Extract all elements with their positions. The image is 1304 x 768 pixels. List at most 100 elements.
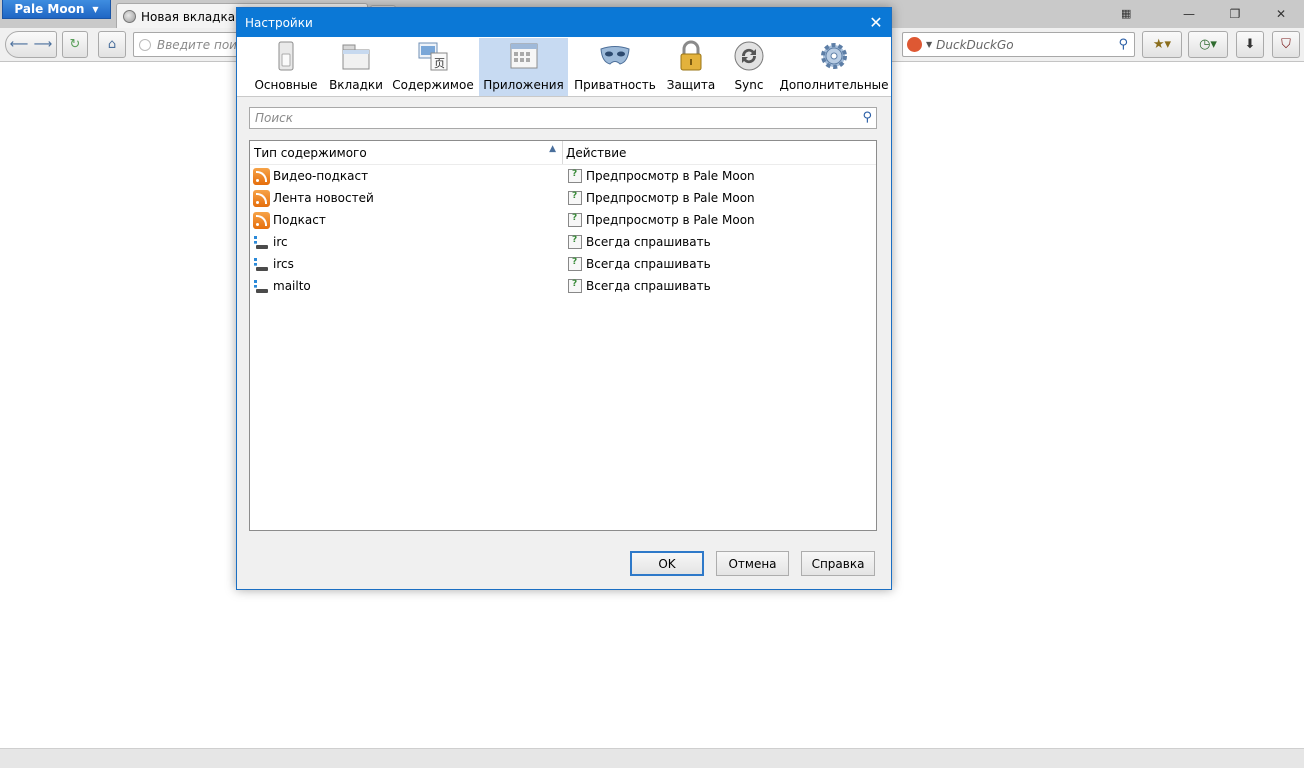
pane-label: Приложения: [483, 78, 564, 92]
clock-icon: ◷▾: [1199, 37, 1217, 52]
column-header-type[interactable]: Тип содержимого ▲: [250, 141, 563, 164]
help-button[interactable]: Справка: [801, 551, 875, 576]
pane-applications[interactable]: Приложения: [479, 38, 568, 96]
cancel-button[interactable]: Отмена: [716, 551, 789, 576]
reload-button[interactable]: ↻: [62, 31, 88, 58]
back-arrow-icon[interactable]: ⟵: [7, 37, 31, 52]
list-item[interactable]: Видео-подкаст Предпросмотр в Pale Moon: [250, 165, 876, 187]
content-type-label: mailto: [273, 279, 311, 293]
chevron-down-icon[interactable]: ▼: [926, 40, 932, 49]
download-arrow-icon: ⬇: [1244, 37, 1256, 52]
ask-action-icon: [568, 279, 582, 293]
dialog-titlebar: Настройки ✕: [237, 8, 891, 37]
chevron-down-icon: ▼: [92, 4, 99, 14]
search-icon[interactable]: ⚲: [1118, 37, 1128, 52]
pane-general[interactable]: Основные: [249, 38, 323, 96]
pane-security[interactable]: Защита: [662, 38, 720, 96]
close-icon[interactable]: ✕: [861, 8, 891, 37]
status-bar: [0, 748, 1304, 768]
rss-icon: [253, 189, 270, 207]
action-label: Предпросмотр в Pale Moon: [586, 213, 755, 227]
home-button[interactable]: ⌂: [98, 31, 126, 58]
pane-label: Вкладки: [329, 78, 383, 92]
action-label: Предпросмотр в Pale Moon: [586, 191, 755, 205]
list-item[interactable]: mailto Всегда спрашивать: [250, 275, 876, 297]
pane-label: Sync: [734, 78, 764, 92]
pane-advanced[interactable]: Дополнительные: [779, 38, 889, 96]
svg-text:页: 页: [434, 57, 445, 70]
sort-ascending-icon: ▲: [549, 144, 556, 154]
lock-icon: [680, 40, 702, 71]
pane-privacy[interactable]: Приватность: [574, 38, 656, 96]
preferences-dialog: Настройки ✕ Основные Вкладки 页 Содержимо…: [236, 7, 892, 590]
ask-action-icon: [568, 257, 582, 271]
preferences-pane-bar: Основные Вкладки 页 Содержимое Приложения…: [237, 37, 891, 97]
content-icon: 页: [418, 42, 448, 71]
page-globe-icon: [139, 38, 151, 51]
search-input[interactable]: Поиск ⚲: [249, 107, 877, 129]
preview-action-icon: [568, 191, 582, 205]
column-header-action[interactable]: Действие: [563, 141, 876, 164]
forward-arrow-icon[interactable]: ⟶: [31, 37, 55, 52]
content-type-label: irc: [273, 235, 288, 249]
column-header-action-label: Действие: [566, 145, 627, 160]
ublock-button[interactable]: ⛉: [1272, 31, 1300, 58]
content-type-label: ircs: [273, 257, 294, 271]
list-item[interactable]: Подкаст Предпросмотр в Pale Moon: [250, 209, 876, 231]
mask-icon: [600, 46, 630, 65]
url-bar[interactable]: Введите поиск: [133, 32, 243, 57]
content-type-label: Видео-подкаст: [273, 169, 369, 183]
rss-icon: [253, 211, 270, 229]
minimize-icon[interactable]: —: [1166, 0, 1212, 28]
ok-button[interactable]: OK: [630, 551, 704, 576]
bookmarks-button[interactable]: ★▾: [1142, 31, 1182, 58]
rss-icon: [253, 167, 270, 185]
pane-label: Дополнительные: [779, 78, 889, 92]
history-button[interactable]: ◷▾: [1188, 31, 1228, 58]
back-forward-buttons[interactable]: ⟵ ⟶: [5, 31, 57, 58]
protocol-icon: [253, 256, 270, 273]
tab-title: Новая вкладка: [141, 9, 236, 24]
dialog-title: Настройки: [245, 15, 313, 30]
applications-icon: [510, 43, 537, 69]
shield-icon: ⛉: [1281, 37, 1291, 52]
preview-action-icon: [568, 213, 582, 227]
sync-icon: [734, 41, 764, 71]
list-item[interactable]: ircs Всегда спрашивать: [250, 253, 876, 275]
list-item[interactable]: irc Всегда спрашивать: [250, 231, 876, 253]
list-item[interactable]: Лента новостей Предпросмотр в Pale Moon: [250, 187, 876, 209]
pane-label: Приватность: [574, 78, 656, 92]
gear-icon: [821, 43, 847, 69]
tabs-icon: [342, 44, 370, 70]
app-menu-button[interactable]: Pale Moon ▼: [2, 0, 111, 19]
protocol-icon: [253, 234, 270, 251]
content-type-label: Подкаст: [273, 213, 326, 227]
close-window-icon[interactable]: ✕: [1258, 0, 1304, 28]
tab-groups-icon[interactable]: ▦: [1121, 7, 1131, 20]
search-bar[interactable]: ▼ DuckDuckGo ⚲: [902, 32, 1135, 57]
downloads-button[interactable]: ⬇: [1236, 31, 1264, 58]
pane-label: Защита: [666, 78, 716, 92]
content-type-label: Лента новостей: [273, 191, 374, 205]
duckduckgo-icon[interactable]: [907, 37, 922, 52]
action-label: Всегда спрашивать: [586, 257, 711, 271]
column-header-type-label: Тип содержимого: [254, 145, 367, 160]
pane-label: Основные: [254, 78, 318, 92]
globe-icon: [123, 10, 136, 23]
search-placeholder: Поиск: [255, 111, 294, 125]
pane-sync[interactable]: Sync: [726, 38, 772, 96]
protocol-icon: [253, 278, 270, 295]
preview-action-icon: [568, 169, 582, 183]
ask-action-icon: [568, 235, 582, 249]
handlers-list[interactable]: Тип содержимого ▲ Действие Видео-подкаст…: [249, 140, 877, 531]
restore-icon[interactable]: ❐: [1212, 0, 1258, 28]
pane-content[interactable]: 页 Содержимое: [392, 38, 474, 96]
switch-icon: [278, 41, 294, 71]
search-icon[interactable]: ⚲: [862, 110, 872, 125]
pane-tabs[interactable]: Вкладки: [327, 38, 385, 96]
action-label: Предпросмотр в Pale Moon: [586, 169, 755, 183]
search-engine-placeholder: DuckDuckGo: [936, 37, 1014, 52]
window-controls: — ❐ ✕: [1166, 0, 1304, 28]
list-header: Тип содержимого ▲ Действие: [250, 141, 876, 165]
url-placeholder: Введите поиск: [157, 37, 243, 52]
